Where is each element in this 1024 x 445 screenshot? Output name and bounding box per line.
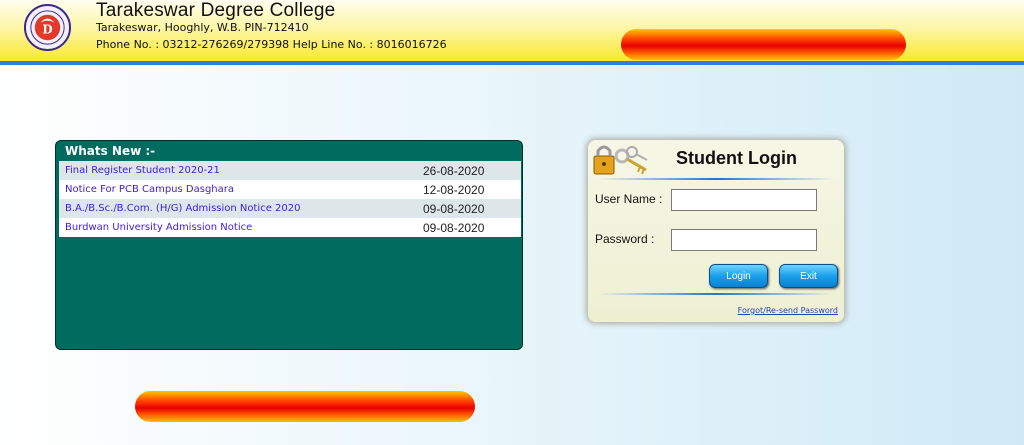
login-button[interactable]: Login bbox=[709, 264, 768, 288]
news-link[interactable]: Final Register Student 2020-21 bbox=[65, 165, 423, 176]
svg-text:D: D bbox=[42, 22, 52, 36]
news-list: Final Register Student 2020-21 26-08-202… bbox=[59, 161, 521, 237]
login-title: Student Login bbox=[676, 148, 797, 168]
news-date: 09-08-2020 bbox=[423, 220, 485, 235]
forgot-password-link[interactable]: Forgot/Re-send Password bbox=[738, 306, 838, 315]
whats-new-panel: Whats New :- Final Register Student 2020… bbox=[55, 140, 523, 350]
password-input[interactable] bbox=[671, 229, 817, 251]
college-logo-icon: D bbox=[23, 3, 72, 52]
news-date: 09-08-2020 bbox=[423, 201, 485, 216]
password-label: Password : bbox=[595, 232, 655, 246]
keys-lock-icon bbox=[593, 145, 648, 175]
list-item: B.A./B.Sc./B.Com. (H/G) Admission Notice… bbox=[59, 199, 521, 218]
student-login-box: Student Login User Name : Password : Log… bbox=[588, 140, 844, 322]
page-header: D Tarakeswar Degree College Tarakeswar, … bbox=[0, 0, 1024, 65]
college-name: Tarakeswar Degree College bbox=[96, 0, 336, 21]
exit-button[interactable]: Exit bbox=[779, 264, 838, 288]
marquee-banner-top bbox=[621, 29, 906, 60]
marquee-banner-bottom bbox=[135, 391, 475, 422]
news-date: 12-08-2020 bbox=[423, 182, 485, 197]
username-input[interactable] bbox=[671, 189, 817, 211]
divider bbox=[598, 293, 834, 295]
college-address: Tarakeswar, Hooghly, W.B. PIN-712410 bbox=[96, 21, 309, 34]
username-label: User Name : bbox=[595, 192, 663, 206]
news-date: 26-08-2020 bbox=[423, 163, 485, 178]
news-link[interactable]: B.A./B.Sc./B.Com. (H/G) Admission Notice… bbox=[65, 203, 423, 214]
list-item: Burdwan University Admission Notice 09-0… bbox=[59, 218, 521, 237]
news-link[interactable]: Notice For PCB Campus Dasghara bbox=[65, 184, 423, 195]
whats-new-title: Whats New :- bbox=[65, 144, 156, 158]
list-item: Final Register Student 2020-21 26-08-202… bbox=[59, 161, 521, 180]
list-item: Notice For PCB Campus Dasghara 12-08-202… bbox=[59, 180, 521, 199]
news-link[interactable]: Burdwan University Admission Notice bbox=[65, 222, 423, 233]
contact-numbers: Phone No. : 03212-276269/279398 Help Lin… bbox=[96, 38, 447, 51]
divider bbox=[598, 178, 834, 180]
